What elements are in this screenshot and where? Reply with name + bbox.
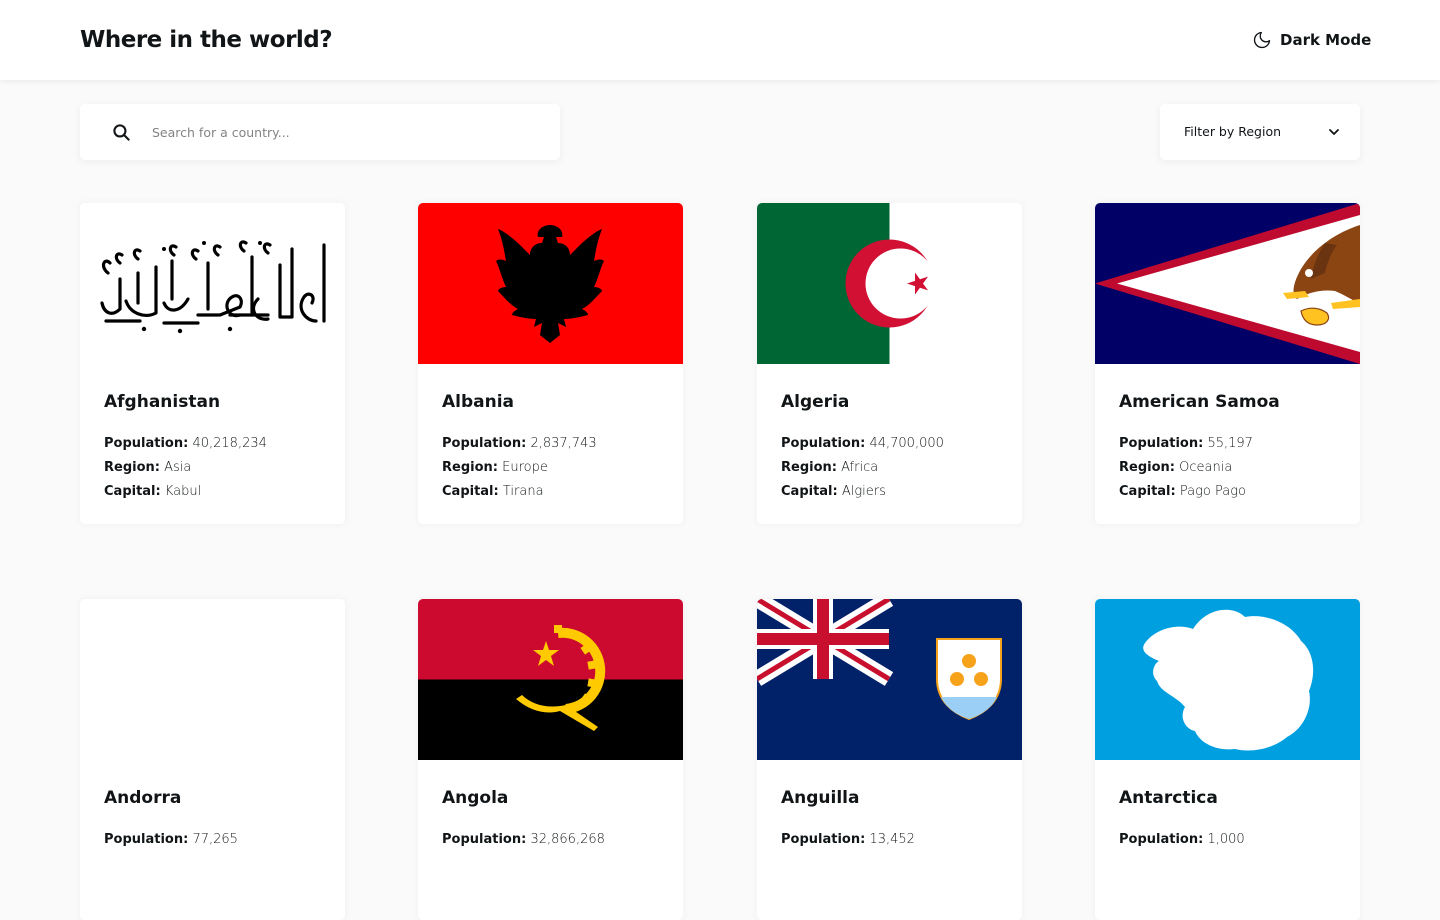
header: Where in the world? Dark Mode (0, 0, 1440, 80)
country-card-antarctica[interactable]: Antarctica Population: 1,000 (1095, 599, 1360, 920)
population-label: Population: (1119, 436, 1204, 451)
region-value: Asia (164, 460, 192, 475)
capital-label: Capital: (781, 484, 838, 499)
region-value: Africa (841, 460, 879, 475)
region-label: Region: (104, 460, 160, 475)
population-value: 77,265 (192, 832, 238, 847)
population-label: Population: (104, 436, 189, 451)
population-line: Population: 55,197 (1119, 432, 1253, 456)
region-line: Region: Oceania (1119, 456, 1253, 480)
country-name: Afghanistan (104, 392, 221, 412)
country-card-algeria[interactable]: Algeria Population: 44,700,000 Region: A… (757, 203, 1022, 524)
population-label: Population: (781, 832, 866, 847)
population-label: Population: (104, 832, 189, 847)
country-card-american-samoa[interactable]: American Samoa Population: 55,197 Region… (1095, 203, 1360, 524)
country-info: Population: 40,218,234 Region: Asia Capi… (104, 432, 267, 504)
dark-mode-toggle[interactable]: Dark Mode (1252, 29, 1371, 51)
capital-label: Capital: (104, 484, 161, 499)
population-line: Population: 32,866,268 (442, 828, 605, 852)
moon-icon (1253, 31, 1271, 49)
population-line: Population: 2,837,743 (442, 432, 597, 456)
region-filter-label: Filter by Region (1184, 124, 1282, 139)
region-label: Region: (1119, 460, 1175, 475)
country-card-albania[interactable]: Albania Population: 2,837,743 Region: Eu… (418, 203, 683, 524)
population-label: Population: (781, 436, 866, 451)
american-samoa-flag (1095, 203, 1360, 364)
population-line: Population: 44,700,000 (781, 432, 944, 456)
region-value: Oceania (1179, 460, 1233, 475)
capital-line: Capital: Algiers (781, 480, 944, 504)
capital-value: Algiers (841, 484, 886, 499)
capital-value: Tirana (502, 484, 544, 499)
region-line: Region: Africa (781, 456, 944, 480)
chevron-down-icon (1329, 129, 1339, 135)
albania-flag (418, 203, 683, 364)
country-info: Population: 32,866,268 (442, 828, 605, 852)
population-value: 1,000 (1207, 832, 1245, 847)
country-info: Population: 77,265 (104, 828, 238, 852)
region-label: Region: (781, 460, 837, 475)
anguilla-flag (757, 599, 1022, 760)
algeria-flag (757, 203, 1022, 364)
country-card-andorra[interactable]: Andorra Population: 77,265 (80, 599, 345, 920)
population-value: 13,452 (869, 832, 915, 847)
search-input[interactable] (152, 118, 542, 146)
country-name: Anguilla (781, 788, 860, 808)
region-label: Region: (442, 460, 498, 475)
antarctica-flag (1095, 599, 1360, 760)
andorra-flag (80, 599, 345, 760)
country-name: Antarctica (1119, 788, 1218, 808)
afghanistan-flag (80, 203, 345, 364)
region-filter-dropdown[interactable]: Filter by Region (1160, 104, 1360, 160)
capital-label: Capital: (442, 484, 499, 499)
population-line: Population: 77,265 (104, 828, 238, 852)
country-name: American Samoa (1119, 392, 1280, 412)
population-value: 55,197 (1207, 436, 1253, 451)
country-name: Andorra (104, 788, 182, 808)
country-name: Albania (442, 392, 515, 412)
capital-value: Kabul (164, 484, 202, 499)
region-line: Region: Europe (442, 456, 597, 480)
population-value: 32,866,268 (530, 832, 605, 847)
population-label: Population: (1119, 832, 1204, 847)
capital-value: Pago Pago (1179, 484, 1246, 499)
country-card-anguilla[interactable]: Anguilla Population: 13,452 (757, 599, 1022, 920)
region-line: Region: Asia (104, 456, 267, 480)
country-info: Population: 2,837,743 Region: Europe Cap… (442, 432, 597, 504)
capital-line: Capital: Tirana (442, 480, 597, 504)
search-icon (113, 124, 130, 141)
capital-label: Capital: (1119, 484, 1176, 499)
population-value: 2,837,743 (530, 436, 597, 451)
population-value: 44,700,000 (869, 436, 944, 451)
region-value: Europe (502, 460, 548, 475)
dark-mode-label: Dark Mode (1280, 31, 1372, 49)
country-name: Angola (442, 788, 509, 808)
country-card-afghanistan[interactable]: Afghanistan Population: 40,218,234 Regio… (80, 203, 345, 524)
population-line: Population: 40,218,234 (104, 432, 267, 456)
country-info: Population: 1,000 (1119, 828, 1245, 852)
country-card-angola[interactable]: Angola Population: 32,866,268 (418, 599, 683, 920)
country-info: Population: 55,197 Region: Oceania Capit… (1119, 432, 1253, 504)
population-label: Population: (442, 436, 527, 451)
population-label: Population: (442, 832, 527, 847)
population-line: Population: 13,452 (781, 828, 915, 852)
capital-line: Capital: Pago Pago (1119, 480, 1253, 504)
angola-flag (418, 599, 683, 760)
country-info: Population: 44,700,000 Region: Africa Ca… (781, 432, 944, 504)
country-info: Population: 13,452 (781, 828, 915, 852)
country-name: Algeria (781, 392, 850, 412)
capital-line: Capital: Kabul (104, 480, 267, 504)
population-line: Population: 1,000 (1119, 828, 1245, 852)
app-title: Where in the world? (80, 27, 333, 53)
population-value: 40,218,234 (192, 436, 267, 451)
